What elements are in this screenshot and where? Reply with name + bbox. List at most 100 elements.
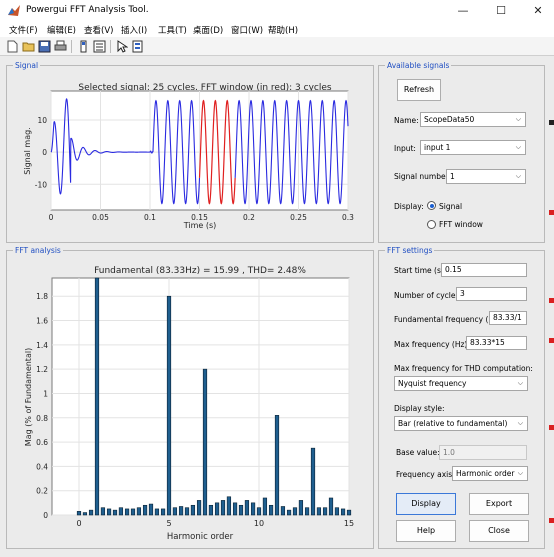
signal-ylabel: Signal mag. bbox=[23, 127, 32, 174]
max-freq-label: Max frequency (Hz): bbox=[394, 340, 470, 349]
name-value: ScopeData50 bbox=[424, 115, 475, 124]
fft-bar bbox=[292, 507, 298, 516]
minimize-button[interactable]: — bbox=[445, 0, 481, 22]
fft-bar bbox=[148, 503, 154, 516]
menu-view[interactable]: 查看(V) bbox=[84, 24, 113, 36]
display-button[interactable]: Display bbox=[396, 493, 456, 515]
fft-bar bbox=[310, 447, 316, 516]
fft-bar bbox=[340, 508, 346, 516]
signal-ytick-label: -10 bbox=[35, 180, 47, 189]
menu-edit[interactable]: 编辑(E) bbox=[47, 24, 76, 36]
fft-bar bbox=[256, 507, 262, 516]
fft-plot: Fundamental (83.33Hz) = 15.99 , THD= 2.4… bbox=[24, 266, 354, 542]
fft-bar bbox=[118, 507, 124, 516]
fft-bar bbox=[346, 509, 352, 516]
insert-legend-icon[interactable] bbox=[93, 40, 106, 53]
fft-bar bbox=[250, 502, 256, 516]
fft-bar bbox=[328, 497, 334, 516]
close-window-button[interactable]: ✕ bbox=[520, 0, 554, 22]
menu-desktop[interactable]: 桌面(D) bbox=[193, 24, 223, 36]
open-icon[interactable] bbox=[22, 40, 35, 53]
new-icon[interactable] bbox=[6, 40, 19, 53]
fft-bar bbox=[316, 507, 322, 516]
maximize-button[interactable]: ☐ bbox=[483, 0, 519, 22]
fft-bar bbox=[154, 508, 160, 516]
display-style-dropdown[interactable]: Bar (relative to fundamental) ⌵ bbox=[394, 416, 528, 431]
close-button[interactable]: Close bbox=[469, 520, 529, 542]
fft-bar bbox=[220, 500, 226, 516]
signal-xtick-label: 0.05 bbox=[92, 213, 109, 222]
menu-insert[interactable]: 插入(I) bbox=[121, 24, 147, 36]
fft-bar bbox=[304, 507, 310, 516]
fft-xtick-label: 15 bbox=[344, 519, 354, 528]
display-fft-window-radio[interactable] bbox=[427, 220, 436, 229]
input-dropdown[interactable]: input 1 ⌵ bbox=[420, 140, 526, 155]
property-inspector-icon[interactable] bbox=[131, 40, 144, 53]
display-style-value: Bar (relative to fundamental) bbox=[398, 419, 508, 428]
num-cycles-field[interactable]: 3 bbox=[456, 287, 527, 301]
num-cycles-label: Number of cycles: bbox=[394, 291, 462, 300]
menu-help[interactable]: 帮助(H) bbox=[268, 24, 298, 36]
fft-bar bbox=[178, 506, 184, 516]
fft-bar bbox=[166, 295, 172, 516]
toolbar-separator bbox=[71, 40, 72, 53]
menu-window[interactable]: 窗口(W) bbox=[231, 24, 263, 36]
fft-bar bbox=[100, 507, 106, 516]
toggle-colorbar-icon[interactable] bbox=[77, 40, 90, 53]
save-icon[interactable] bbox=[38, 40, 51, 53]
refresh-button[interactable]: Refresh bbox=[397, 79, 441, 101]
fft-ylabel: Mag (% of Fundamental) bbox=[24, 348, 33, 446]
chevron-down-icon: ⌵ bbox=[515, 143, 521, 151]
fft-plot-title: Fundamental (83.33Hz) = 15.99 , THD= 2.4… bbox=[94, 266, 306, 276]
name-dropdown[interactable]: ScopeData50 ⌵ bbox=[420, 112, 526, 127]
help-button[interactable]: Help bbox=[396, 520, 456, 542]
start-time-field[interactable]: 0.15 bbox=[441, 263, 527, 277]
fft-ytick-label: 0.2 bbox=[36, 487, 48, 496]
fft-bar bbox=[226, 496, 232, 516]
max-thd-value: Nyquist frequency bbox=[398, 379, 467, 388]
signal-xtick-label: 0.3 bbox=[342, 213, 354, 222]
fft-ytick-label: 0.8 bbox=[36, 414, 48, 423]
signal-ytick-label: 10 bbox=[37, 116, 47, 125]
background-edge-mark bbox=[549, 120, 554, 125]
max-thd-dropdown[interactable]: Nyquist frequency ⌵ bbox=[394, 376, 528, 391]
fft-ytick-label: 1.4 bbox=[36, 341, 48, 350]
chevron-down-icon: ⌵ bbox=[517, 469, 523, 477]
fft-ytick-label: 1.8 bbox=[36, 292, 48, 301]
signal-xtick-label: 0.1 bbox=[144, 213, 156, 222]
fft-ytick-label: 0 bbox=[43, 511, 48, 520]
chevron-down-icon: ⌵ bbox=[515, 172, 521, 180]
signal-number-dropdown[interactable]: 1 ⌵ bbox=[446, 169, 526, 184]
chevron-down-icon: ⌵ bbox=[515, 115, 521, 123]
fft-bar bbox=[142, 504, 148, 516]
fund-freq-field[interactable]: 83.33/1 bbox=[489, 311, 527, 325]
fft-bar bbox=[238, 504, 244, 516]
display-signal-radio[interactable] bbox=[427, 201, 436, 210]
fft-ytick-label: 1.2 bbox=[36, 365, 48, 374]
fft-bar bbox=[202, 368, 208, 516]
fft-bar bbox=[76, 511, 82, 516]
menu-file[interactable]: 文件(F) bbox=[9, 24, 38, 36]
freq-axis-dropdown[interactable]: Harmonic order ⌵ bbox=[452, 466, 528, 481]
signal-xtick-label: 0.25 bbox=[290, 213, 307, 222]
print-icon[interactable] bbox=[54, 40, 67, 53]
fft-bar bbox=[136, 507, 142, 516]
signal-ytick-label: 0 bbox=[42, 148, 47, 157]
fft-bar bbox=[106, 508, 112, 516]
name-label: Name: bbox=[394, 116, 419, 125]
start-time-label: Start time (s): bbox=[394, 266, 447, 275]
display-fft-window-label: FFT window bbox=[439, 220, 483, 229]
title-bar: Powergui FFT Analysis Tool. — ☐ ✕ bbox=[0, 0, 554, 22]
fft-ytick-label: 1.6 bbox=[36, 317, 48, 326]
max-freq-field[interactable]: 83.33*15 bbox=[466, 336, 527, 350]
signal-number-value: 1 bbox=[450, 172, 455, 181]
fft-bar bbox=[262, 497, 268, 516]
export-button[interactable]: Export bbox=[469, 493, 529, 515]
signal-xlabel: Time (s) bbox=[183, 221, 217, 230]
freq-axis-value: Harmonic order bbox=[456, 469, 515, 478]
pointer-icon[interactable] bbox=[115, 40, 128, 53]
fft-bar bbox=[112, 509, 118, 516]
menu-tools[interactable]: 工具(T) bbox=[158, 24, 187, 36]
signal-number-label: Signal number: bbox=[394, 172, 452, 181]
fft-bar bbox=[334, 507, 340, 516]
